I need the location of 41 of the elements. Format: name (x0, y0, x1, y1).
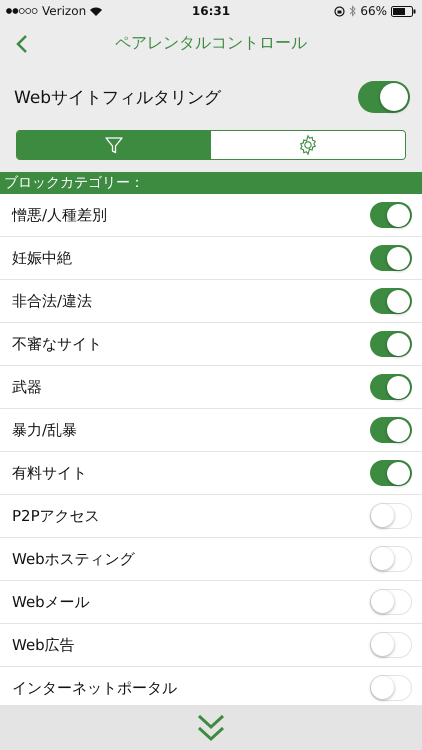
category-label: 妊娠中絶 (12, 248, 72, 268)
category-toggle[interactable] (370, 503, 412, 529)
nav-title: ペアレンタルコントロール (115, 32, 307, 54)
category-toggle[interactable] (370, 632, 412, 658)
category-toggle[interactable] (370, 675, 412, 701)
filter-icon (104, 135, 124, 155)
category-label: 非合法/違法 (12, 292, 92, 310)
battery-percent: 66% (360, 4, 387, 18)
battery-icon (390, 6, 416, 16)
category-toggle[interactable] (370, 417, 412, 443)
double-chevron-down-icon (196, 712, 226, 742)
category-toggle[interactable] (370, 460, 412, 486)
category-label: 憎悪/人種差別 (12, 206, 108, 224)
signal-icon (6, 8, 38, 14)
status-time: 16:31 (192, 4, 230, 18)
category-toggle[interactable] (370, 546, 412, 572)
filtering-toggle[interactable] (358, 81, 410, 113)
category-label: 有料サイト (12, 464, 87, 482)
wifi-icon (90, 6, 102, 16)
carrier-name: Verizon (42, 4, 86, 18)
bluetooth-icon (349, 5, 356, 17)
settings-icon (297, 134, 319, 156)
category-toggle[interactable] (370, 331, 412, 357)
rotation-lock-icon (334, 6, 346, 16)
category-label: Webメール (12, 592, 90, 612)
category-label: インターネットポータル (12, 678, 177, 698)
filtering-label: Webサイトフィルタリング (14, 86, 222, 108)
category-toggle[interactable] (370, 202, 412, 228)
category-label: 武器 (12, 378, 42, 396)
category-label: 不審なサイト (12, 334, 102, 354)
category-label: 暴力/乱暴 (12, 420, 78, 440)
section-header: ブロックカテゴリー： (0, 172, 422, 194)
category-toggle[interactable] (370, 374, 412, 400)
category-label: Web広告 (12, 636, 75, 654)
category-toggle[interactable] (370, 245, 412, 271)
category-label: P2Pアクセス (12, 506, 100, 526)
category-toggle[interactable] (370, 589, 412, 615)
category-label: Webホスティング (12, 550, 135, 568)
back-chevron-icon (16, 34, 28, 54)
category-toggle[interactable] (370, 288, 412, 314)
expand-button[interactable] (196, 712, 226, 742)
